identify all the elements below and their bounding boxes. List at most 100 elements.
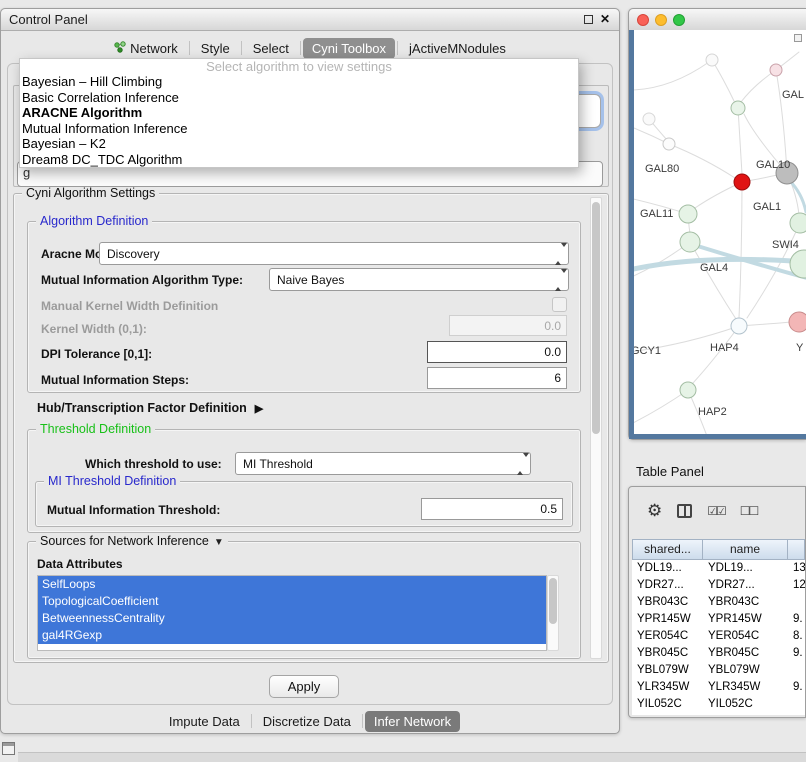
network-node[interactable] xyxy=(663,138,675,150)
table-cell: YBR043C xyxy=(703,594,788,611)
algorithm-definition-title: Algorithm Definition xyxy=(36,214,152,228)
tab-jactivemnodules[interactable]: jActiveMNodules xyxy=(400,38,515,59)
network-node[interactable] xyxy=(680,232,700,252)
dpi-tolerance-input[interactable]: 0.0 xyxy=(427,341,567,363)
tab-discretize-data[interactable]: Discretize Data xyxy=(254,711,360,732)
network-edge xyxy=(693,326,739,383)
menu-item-aracne-algorithm[interactable]: ARACNE Algorithm xyxy=(20,105,578,121)
network-canvas[interactable]: GAL80GAL10GAL11GAL1SWI4GAL4GCY1HAP4HAP2G… xyxy=(634,30,806,436)
tab-infer-network[interactable]: Infer Network xyxy=(365,711,460,732)
tab-cyni-toolbox[interactable]: Cyni Toolbox xyxy=(303,38,395,59)
sources-group-title: Sources for Network Inference▼ xyxy=(36,534,228,548)
network-view-titlebar[interactable] xyxy=(629,9,806,31)
window-title: Control Panel xyxy=(9,12,88,27)
menu-placeholder: Select algorithm to view settings xyxy=(20,59,578,74)
table-row[interactable]: YDR27...YDR27...12 xyxy=(632,577,805,594)
collapsed-panel-icon[interactable] xyxy=(2,742,15,755)
attribute-item-topologicalcoefficient[interactable]: TopologicalCoefficient xyxy=(38,593,546,610)
network-tab-icon xyxy=(114,41,126,56)
attribute-item-betweennesscentrality[interactable]: BetweennessCentrality xyxy=(38,610,546,627)
apply-button[interactable]: Apply xyxy=(269,675,339,698)
network-node[interactable] xyxy=(643,113,655,125)
menu-item-basic-correlation-inference[interactable]: Basic Correlation Inference xyxy=(20,90,578,106)
table-row[interactable]: YIL052CYIL052C xyxy=(632,696,805,713)
table-row[interactable]: YDL19...YDL19...13 xyxy=(632,560,805,577)
settings-vertical-scrollbar[interactable] xyxy=(590,197,602,659)
attribute-item-gal4rgexp[interactable]: gal4RGexp xyxy=(38,627,546,644)
network-node[interactable] xyxy=(770,64,782,76)
network-node[interactable] xyxy=(680,382,696,398)
attribute-item-selfloops[interactable]: SelfLoops xyxy=(38,576,546,593)
table-row[interactable]: YPR145WYPR145W9. xyxy=(632,611,805,628)
table-cell: YBR045C xyxy=(632,645,703,662)
kernel-width-input[interactable]: 0.0 xyxy=(449,315,567,336)
minimize-traffic-light-icon[interactable] xyxy=(655,14,667,26)
table-row[interactable]: YBL079WYBL079W xyxy=(632,662,805,679)
table-row[interactable]: YER054CYER054C8. xyxy=(632,628,805,645)
network-canvas-area: GAL80GAL10GAL11GAL1SWI4GAL4GCY1HAP4HAP2G… xyxy=(629,30,806,439)
menu-item-dream8-dc-tdc-algorithm[interactable]: Dream8 DC_TDC Algorithm xyxy=(20,152,578,168)
tab-select[interactable]: Select xyxy=(244,38,298,59)
attributes-list-scrollbar[interactable] xyxy=(547,575,559,651)
network-node[interactable] xyxy=(734,174,750,190)
zoom-traffic-light-icon[interactable] xyxy=(673,14,685,26)
network-node[interactable] xyxy=(789,312,806,332)
table-body: YDL19...YDL19...13YDR27...YDR27...12YBR0… xyxy=(632,560,805,715)
scrollbar-thumb[interactable] xyxy=(592,202,600,434)
tab-separator xyxy=(397,41,398,55)
table-cell: YDR27... xyxy=(632,577,703,594)
column-header-name[interactable]: name xyxy=(703,539,788,560)
manual-kernel-checkbox[interactable] xyxy=(552,297,567,312)
combo-stepper-icon xyxy=(517,457,526,471)
network-node-label: GAL10 xyxy=(756,159,790,171)
control-panel-window: Control Panel ✕ NetworkStyleSelectCyni T… xyxy=(0,8,620,734)
table-row[interactable]: YBR043CYBR043C xyxy=(632,594,805,611)
menu-item-bayesian-hill-climbing[interactable]: Bayesian – Hill Climbing xyxy=(20,74,578,90)
network-node[interactable] xyxy=(790,213,806,233)
column-header-extra[interactable] xyxy=(788,539,805,560)
gear-icon[interactable]: ⚙ xyxy=(647,501,662,521)
expand-right-icon[interactable]: ▶ xyxy=(255,403,263,415)
which-threshold-value: MI Threshold xyxy=(243,457,313,471)
close-window-icon[interactable]: ✕ xyxy=(600,12,610,26)
aracne-mode-select[interactable]: Discovery xyxy=(99,242,569,265)
mi-type-value: Naive Bayes xyxy=(277,273,344,287)
menu-item-bayesian-k2[interactable]: Bayesian – K2 xyxy=(20,136,578,152)
tab-label: jActiveMNodules xyxy=(409,41,506,56)
float-window-icon[interactable] xyxy=(584,15,593,24)
table-cell: YER054C xyxy=(703,628,788,645)
tab-network[interactable]: Network xyxy=(105,38,187,59)
table-row[interactable]: YLR345WYLR345W9. xyxy=(632,679,805,696)
which-threshold-select[interactable]: MI Threshold xyxy=(235,452,531,475)
tab-separator xyxy=(241,41,242,55)
deselect-all-checkboxes-icon[interactable]: ☐☐ xyxy=(740,504,758,518)
hub-definition-toggle[interactable]: Hub/Transcription Factor Definition▶ xyxy=(37,401,263,415)
mi-threshold-group-title: MI Threshold Definition xyxy=(44,474,180,488)
tab-impute-data[interactable]: Impute Data xyxy=(160,711,249,732)
network-edge xyxy=(634,390,688,425)
tab-style[interactable]: Style xyxy=(192,38,239,59)
network-node-label: Y xyxy=(796,342,804,354)
collapse-down-icon[interactable]: ▼ xyxy=(214,537,224,548)
data-attributes-list[interactable]: SelfLoopsTopologicalCoefficientBetweenne… xyxy=(37,575,547,651)
table-row[interactable]: YBR045CYBR045C9. xyxy=(632,645,805,662)
mi-threshold-input[interactable]: 0.5 xyxy=(421,498,563,520)
network-node[interactable] xyxy=(679,205,697,223)
mi-type-select[interactable]: Naive Bayes xyxy=(269,268,569,291)
select-all-checkboxes-icon[interactable]: ☑☑ xyxy=(707,504,725,518)
table-cell: YLR345W xyxy=(703,679,788,696)
network-node[interactable] xyxy=(731,318,747,334)
mi-threshold-label: Mutual Information Threshold: xyxy=(47,503,220,517)
close-traffic-light-icon[interactable] xyxy=(637,14,649,26)
columns-icon[interactable] xyxy=(677,504,692,518)
network-node-label: GAL4 xyxy=(700,262,728,274)
network-node[interactable] xyxy=(731,101,745,115)
menu-item-mutual-information-inference[interactable]: Mutual Information Inference xyxy=(20,121,578,137)
scrollbar-thumb[interactable] xyxy=(549,578,557,624)
control-panel-titlebar[interactable]: Control Panel ✕ xyxy=(1,9,619,31)
mi-steps-input[interactable]: 6 xyxy=(427,367,567,389)
network-node-label: GAL1 xyxy=(753,201,781,213)
column-header-shared[interactable]: shared... xyxy=(632,539,703,560)
network-node-label: GAL80 xyxy=(645,163,679,175)
network-node[interactable] xyxy=(706,54,718,66)
